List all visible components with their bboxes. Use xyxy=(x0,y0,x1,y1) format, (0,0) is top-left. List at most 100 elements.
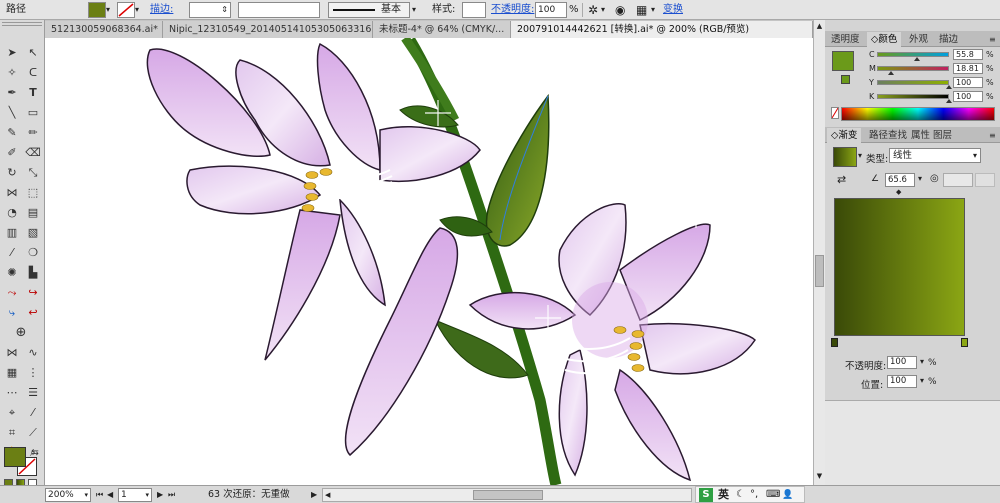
knife-tool-icon[interactable]: ⟋ xyxy=(23,424,43,442)
direct-selection-tool-icon[interactable]: ↖ xyxy=(23,44,43,62)
slice-tool-icon[interactable]: ↩ xyxy=(23,304,43,322)
gradient-type-select[interactable]: 线性 ▾ xyxy=(889,148,981,163)
transform-link[interactable]: 变换 xyxy=(663,2,683,18)
graphic-style-swatch[interactable] xyxy=(462,2,486,18)
opacity-link[interactable]: 不透明度: xyxy=(491,2,534,18)
stop-position-dropdown-icon[interactable]: ▾ xyxy=(920,376,924,385)
ime-moon-icon[interactable]: ☾ xyxy=(736,488,745,502)
measure-tool-icon[interactable]: ⁄ xyxy=(23,404,43,422)
ime-keyboard-icon[interactable]: ⌨ xyxy=(766,488,780,502)
crystallize-tool-icon[interactable]: ⋯ xyxy=(2,384,22,402)
stroke-profile-field[interactable]: 基本 xyxy=(328,2,410,18)
stroke-weight-field[interactable]: ⇕ xyxy=(189,2,231,18)
angle-dropdown-icon[interactable]: ▾ xyxy=(918,174,922,183)
color-spectrum-bar[interactable] xyxy=(841,107,995,121)
width-tool-icon[interactable]: ⋈ xyxy=(2,184,22,202)
gradient-thumbnail[interactable] xyxy=(833,147,857,167)
paint-bucket-tool-icon[interactable]: ⌖ xyxy=(2,404,22,422)
artboard-tool-icon[interactable]: ⤷ xyxy=(2,304,22,322)
grid-tool-icon[interactable]: ▦ xyxy=(2,364,22,382)
type-tool-icon[interactable]: T xyxy=(23,84,43,102)
variable-width-field[interactable] xyxy=(238,2,320,18)
symbol-sprayer-tool-icon[interactable]: ✺ xyxy=(2,264,22,282)
pen-tool-icon[interactable]: ✒ xyxy=(2,84,22,102)
magenta-slider-thumb[interactable] xyxy=(887,71,894,75)
shape-builder-tool-icon[interactable]: ◔ xyxy=(2,204,22,222)
last-artboard-icon[interactable]: ⏭ xyxy=(168,488,175,502)
artboard-canvas[interactable] xyxy=(45,38,813,485)
fill-dropdown-icon[interactable]: ▾ xyxy=(106,2,110,18)
brush-dropdown-icon[interactable]: ▾ xyxy=(412,2,416,18)
tab-doc-2[interactable]: Nipic_12310549_20140514105305063316.ai* xyxy=(163,21,373,38)
cyan-slider-row[interactable]: C 55.8 % xyxy=(869,49,999,60)
aspect-ratio-field[interactable] xyxy=(943,173,973,187)
black-slider-thumb[interactable] xyxy=(946,99,952,103)
opacity-field[interactable]: 100 xyxy=(535,2,567,18)
blob-brush-tool-icon[interactable]: ✐ xyxy=(2,144,22,162)
recolor-icon[interactable]: ✲ xyxy=(588,2,598,18)
panel-menu-icon[interactable]: ≡ xyxy=(985,32,1000,47)
tab-gradient[interactable]: ◇渐变 xyxy=(827,128,862,143)
stroke-swatch[interactable] xyxy=(117,2,135,18)
live-paint-tool-icon[interactable]: ▤ xyxy=(23,204,43,222)
tab-color[interactable]: ◇颜色 xyxy=(867,32,902,47)
black-slider-row[interactable]: K 100 % xyxy=(869,91,999,102)
chart-tool-icon[interactable]: ⋮ xyxy=(23,364,43,382)
out-of-gamut-warning-icon[interactable] xyxy=(841,75,850,84)
scroll-down-arrow-icon[interactable]: ▼ xyxy=(815,472,824,481)
toolbar-grip[interactable] xyxy=(2,22,42,26)
tab-doc-4-active[interactable]: 200791014442621 [转换].ai* @ 200% (RGB/预览) xyxy=(511,21,813,38)
eraser-tool-icon[interactable]: ⌫ xyxy=(23,144,43,162)
pencil-tool-icon[interactable]: ✏ xyxy=(23,124,43,142)
tab-pathfinder[interactable]: 路径查找 xyxy=(865,128,911,143)
yellow-slider-row[interactable]: Y 100 % xyxy=(869,77,999,88)
vertical-scrollbar[interactable]: ▲ ▼ xyxy=(813,20,825,485)
tab-doc-3[interactable]: 未标题-4* @ 64% (CMYK/... xyxy=(373,21,511,38)
recolor-dropdown-icon[interactable]: ▾ xyxy=(601,2,605,18)
rectangle-tool-icon[interactable]: ▭ xyxy=(23,104,43,122)
global-edit-icon[interactable]: ◉ xyxy=(615,2,625,18)
ime-toolbar[interactable]: S 英 ☾ °, ⌨ 👤 xyxy=(695,486,805,503)
cyan-track[interactable] xyxy=(877,52,949,57)
align-icon[interactable]: ▦ xyxy=(636,2,647,18)
tab-stroke[interactable]: 描边 xyxy=(935,32,962,47)
perspective-grid-tool-icon[interactable]: ▥ xyxy=(2,224,22,242)
selection-tool-icon[interactable]: ➤ xyxy=(2,44,22,62)
fill-color-box[interactable] xyxy=(4,447,26,467)
next-artboard-icon[interactable]: ▶ xyxy=(157,488,163,502)
yellow-slider-thumb[interactable] xyxy=(946,85,952,89)
yellow-value[interactable]: 100 xyxy=(953,77,983,88)
reshape-tool-icon[interactable]: ⋈ xyxy=(2,344,22,362)
zoom-field[interactable]: 200% ▾ xyxy=(45,488,91,502)
line-tool-icon[interactable]: ╲ xyxy=(2,104,22,122)
scale-tool-icon[interactable]: ⤡ xyxy=(23,164,43,182)
wave-tool-icon[interactable]: ∿ xyxy=(23,344,43,362)
status-menu-icon[interactable]: ▶ xyxy=(311,488,317,502)
lasso-tool-icon[interactable]: ᑕ xyxy=(23,64,43,82)
crosshair-tool-icon[interactable]: ⊕ xyxy=(11,324,31,342)
eyedropper-tool-icon[interactable]: ⁄ xyxy=(2,244,22,262)
stroke-dropdown-icon[interactable]: ▾ xyxy=(135,2,139,18)
mesh-tool-icon[interactable]: ⤳ xyxy=(2,284,22,302)
tab-layers[interactable]: 图层 xyxy=(929,128,956,143)
angle-field[interactable]: 65.6 xyxy=(885,173,915,187)
panel-menu-icon[interactable]: ≡ xyxy=(985,128,1000,143)
column-graph-tool-icon[interactable]: ▙ xyxy=(23,264,43,282)
gradient-stop-right[interactable] xyxy=(961,338,968,347)
ime-user-icon[interactable]: 👤 xyxy=(782,488,793,502)
paintbrush-tool-icon[interactable]: ✎ xyxy=(2,124,22,142)
rotate-tool-icon[interactable]: ↻ xyxy=(2,164,22,182)
scroll-up-arrow-icon[interactable]: ▲ xyxy=(815,22,824,31)
gradient-midpoint-icon[interactable]: ◆ xyxy=(896,188,901,196)
reverse-gradient-icon[interactable]: ⇄ xyxy=(837,173,846,186)
magic-wand-tool-icon[interactable]: ✧ xyxy=(2,64,22,82)
yellow-track[interactable] xyxy=(877,80,949,85)
stop-opacity-dropdown-icon[interactable]: ▾ xyxy=(920,357,924,366)
list-tool-icon[interactable]: ☰ xyxy=(23,384,43,402)
cyan-slider-thumb[interactable] xyxy=(914,57,921,61)
stroke-link[interactable]: 描边: xyxy=(150,2,173,18)
tab-appearance[interactable]: 外观 xyxy=(905,32,932,47)
free-transform-tool-icon[interactable]: ⬚ xyxy=(23,184,43,202)
lily-artwork[interactable] xyxy=(45,38,813,485)
magenta-value[interactable]: 18.81 xyxy=(953,63,983,74)
